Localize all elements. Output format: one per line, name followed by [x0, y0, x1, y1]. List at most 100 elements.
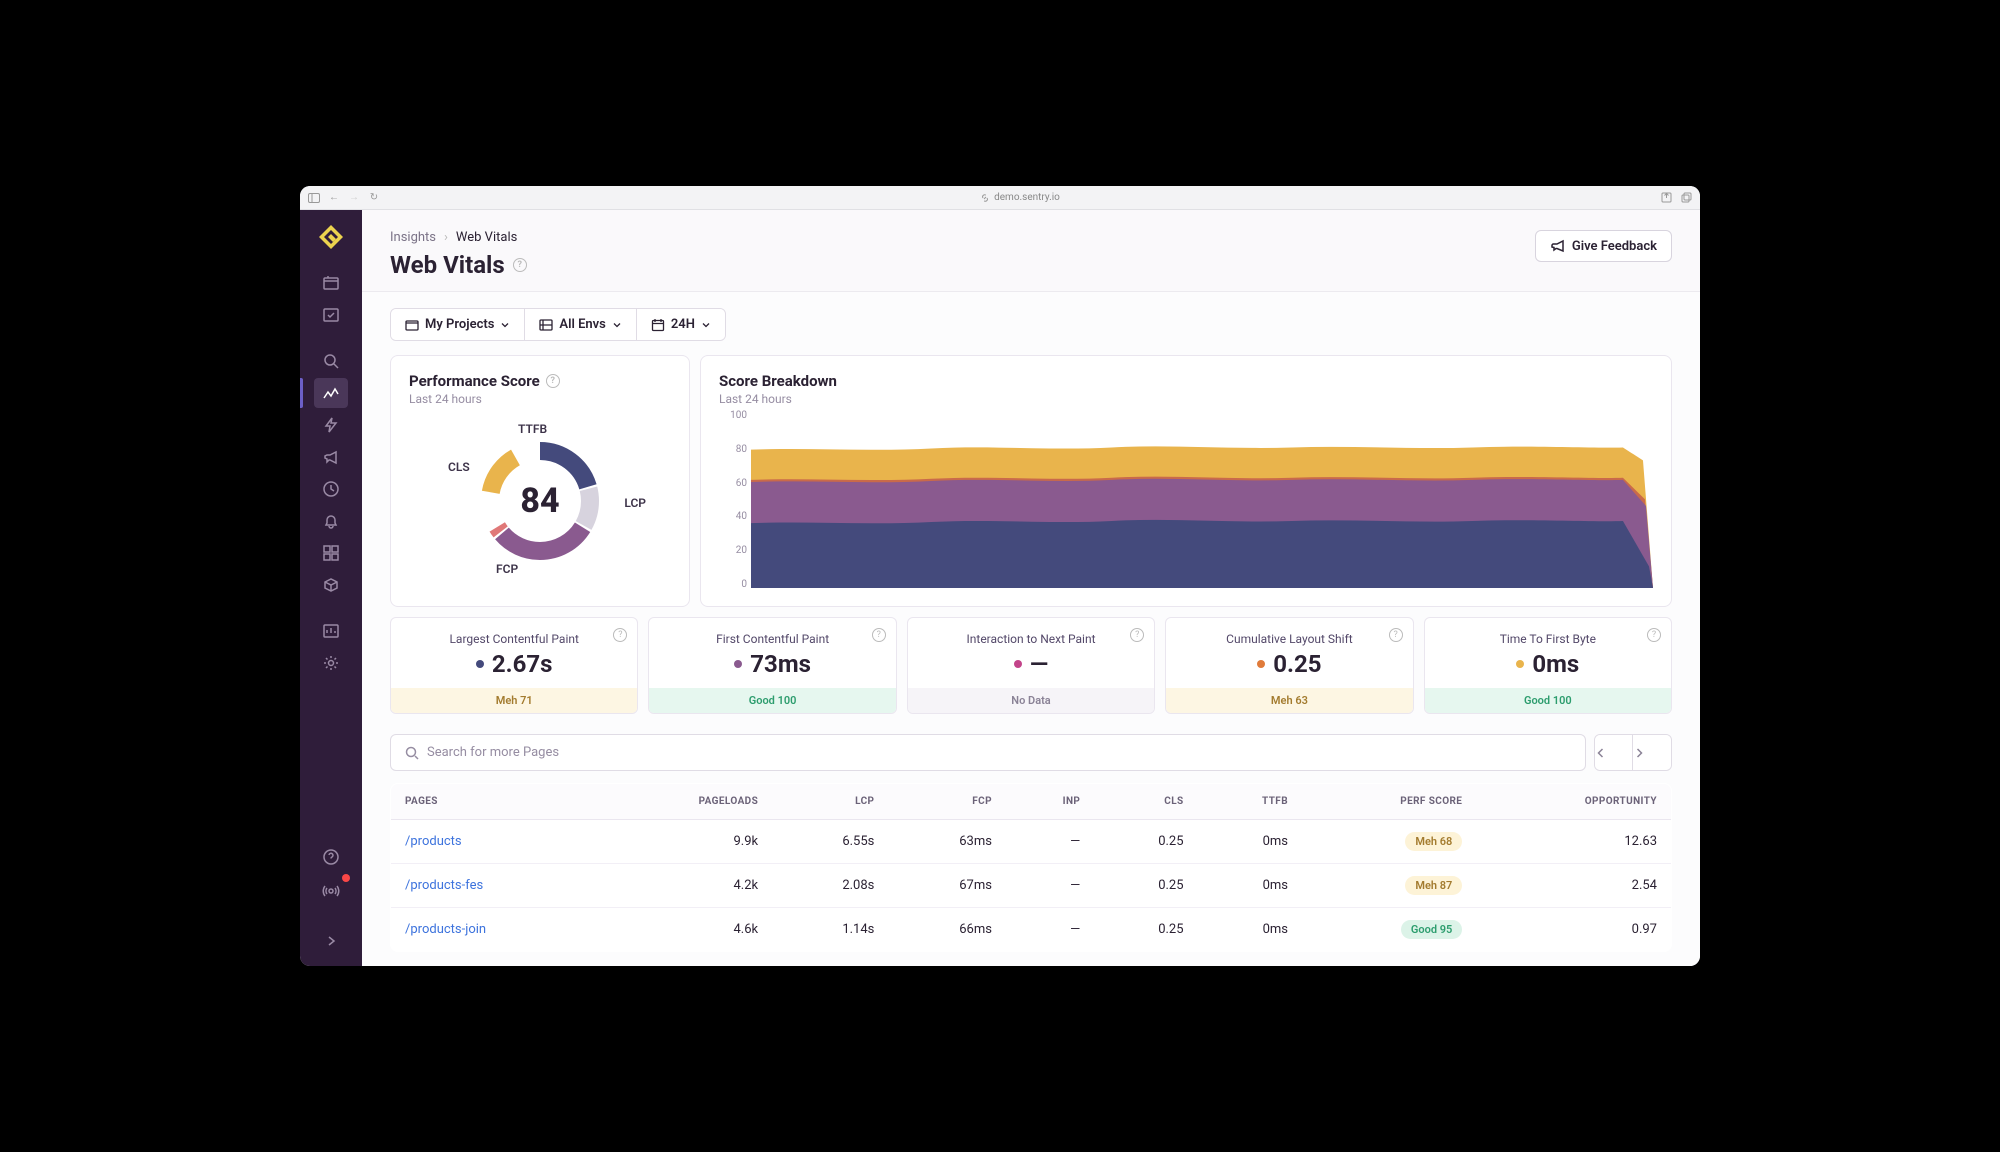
cell-inp: — [1006, 864, 1094, 908]
share-icon[interactable] [1660, 192, 1672, 204]
metric-card[interactable]: ? Largest Contentful Paint 2.67s Meh 71 [390, 617, 638, 714]
metric-dot [734, 660, 742, 668]
cell-pageloads: 9.9k [603, 820, 773, 864]
table-header[interactable]: TTFB [1198, 784, 1302, 820]
page-link[interactable]: /products-join [405, 922, 486, 937]
nav-broadcast[interactable] [314, 442, 348, 472]
nav-collapse[interactable] [314, 926, 348, 956]
table-header[interactable]: PERF SCORE [1302, 784, 1476, 820]
metric-value: 0.25 [1176, 650, 1402, 678]
table-header[interactable]: OPPORTUNITY [1476, 784, 1671, 820]
metric-footer: Good 100 [1425, 688, 1671, 713]
metric-card[interactable]: ? First Contentful Paint 73ms Good 100 [648, 617, 896, 714]
segment-label-cls: CLS [448, 460, 470, 474]
nav-projects[interactable] [314, 268, 348, 298]
nav-dashboards[interactable] [314, 538, 348, 568]
table-header[interactable]: PAGES [391, 784, 603, 820]
sentry-logo[interactable] [316, 222, 346, 252]
filter-timerange[interactable]: 24H [637, 309, 725, 340]
cell-inp: — [1006, 820, 1094, 864]
env-icon [539, 318, 553, 332]
sidebar-toggle-icon[interactable] [308, 192, 320, 204]
nav-settings[interactable] [314, 648, 348, 678]
pages-table: PAGESPAGELOADSLCPFCPINPCLSTTFBPERF SCORE… [390, 783, 1672, 952]
reload-icon[interactable]: ↻ [368, 192, 380, 204]
segment-label-lcp: LCP [624, 496, 646, 510]
table-header[interactable]: PAGELOADS [603, 784, 773, 820]
cell-fcp: 66ms [888, 908, 1006, 952]
table-row: /products-fes 4.2k 2.08s 67ms — 0.25 0ms… [391, 864, 1672, 908]
breadcrumb-current: Web Vitals [456, 230, 517, 245]
nav-replays[interactable] [314, 474, 348, 504]
filter-envs[interactable]: All Envs [525, 309, 636, 340]
performance-score-card: Performance Score ? Last 24 hours [390, 355, 690, 607]
table-row: /products-join 4.6k 1.14s 66ms — 0.25 0m… [391, 908, 1672, 952]
help-icon[interactable]: ? [872, 628, 886, 642]
nav-releases[interactable] [314, 570, 348, 600]
cell-opportunity: 0.97 [1476, 908, 1671, 952]
y-axis: 100 80 60 40 20 0 [719, 410, 747, 590]
table-header[interactable]: FCP [888, 784, 1006, 820]
metric-name: First Contentful Paint [659, 632, 885, 646]
filter-projects[interactable]: My Projects [391, 309, 525, 340]
chevron-down-icon [701, 320, 711, 330]
give-feedback-button[interactable]: Give Feedback [1535, 230, 1672, 262]
nav-stats[interactable] [314, 616, 348, 646]
metric-dot [476, 660, 484, 668]
nav-search[interactable] [314, 346, 348, 376]
back-icon[interactable]: ← [328, 192, 340, 204]
nav-alerts[interactable] [314, 506, 348, 536]
segment-label-fcp: FCP [496, 562, 518, 576]
link-icon [980, 193, 990, 203]
page-link[interactable]: /products-fes [405, 878, 483, 893]
cell-ttfb: 0ms [1198, 908, 1302, 952]
metric-dot [1257, 660, 1265, 668]
cell-opportunity: 2.54 [1476, 864, 1671, 908]
metric-value: 0ms [1435, 650, 1661, 678]
breadcrumb-root[interactable]: Insights [390, 230, 436, 245]
metric-card[interactable]: ? Cumulative Layout Shift 0.25 Meh 63 [1165, 617, 1413, 714]
page-title: Web Vitals ? [390, 251, 527, 279]
table-row: /products 9.9k 6.55s 63ms — 0.25 0ms Meh… [391, 820, 1672, 864]
page-link[interactable]: /products [405, 834, 462, 849]
forward-icon[interactable]: → [348, 192, 360, 204]
pagination [1594, 734, 1672, 771]
nav-insights[interactable] [314, 378, 348, 408]
metric-name: Interaction to Next Paint [918, 632, 1144, 646]
search-input[interactable]: Search for more Pages [390, 734, 1586, 771]
cell-cls: 0.25 [1094, 820, 1197, 864]
score-badge: Meh 68 [1405, 832, 1462, 851]
help-icon[interactable]: ? [513, 258, 527, 272]
metric-card[interactable]: ? Time To First Byte 0ms Good 100 [1424, 617, 1672, 714]
metric-value: 73ms [659, 650, 885, 678]
cell-score: Meh 68 [1302, 820, 1476, 864]
metric-footer: Meh 63 [1166, 688, 1412, 713]
page-next-button[interactable] [1633, 735, 1671, 770]
table-header[interactable]: LCP [772, 784, 888, 820]
chevron-down-icon [500, 320, 510, 330]
page-prev-button[interactable] [1595, 735, 1633, 770]
help-icon[interactable]: ? [1647, 628, 1661, 642]
nav-help[interactable] [314, 842, 348, 872]
browser-chrome: ← → ↻ demo.sentry.io [300, 186, 1700, 210]
project-icon [405, 318, 419, 332]
metric-footer: No Data [908, 688, 1154, 713]
filter-bar: My Projects All Envs 24H [390, 308, 726, 341]
card-title: Performance Score ? [409, 372, 671, 390]
tabs-icon[interactable] [1680, 192, 1692, 204]
metric-card[interactable]: ? Interaction to Next Paint — No Data [907, 617, 1155, 714]
table-header[interactable]: INP [1006, 784, 1094, 820]
cell-pageloads: 4.2k [603, 864, 773, 908]
nav-performance[interactable] [314, 410, 348, 440]
chevron-down-icon [612, 320, 622, 330]
breakdown-area-chart: 100 80 60 40 20 0 [719, 410, 1653, 590]
table-header[interactable]: CLS [1094, 784, 1197, 820]
nav-issues[interactable] [314, 300, 348, 330]
help-icon[interactable]: ? [1389, 628, 1403, 642]
nav-whatsnew[interactable] [314, 876, 348, 906]
address-bar[interactable]: demo.sentry.io [388, 192, 1652, 203]
cell-pageloads: 4.6k [603, 908, 773, 952]
search-icon [405, 746, 419, 760]
help-icon[interactable]: ? [546, 374, 560, 388]
card-subtitle: Last 24 hours [719, 392, 1653, 406]
